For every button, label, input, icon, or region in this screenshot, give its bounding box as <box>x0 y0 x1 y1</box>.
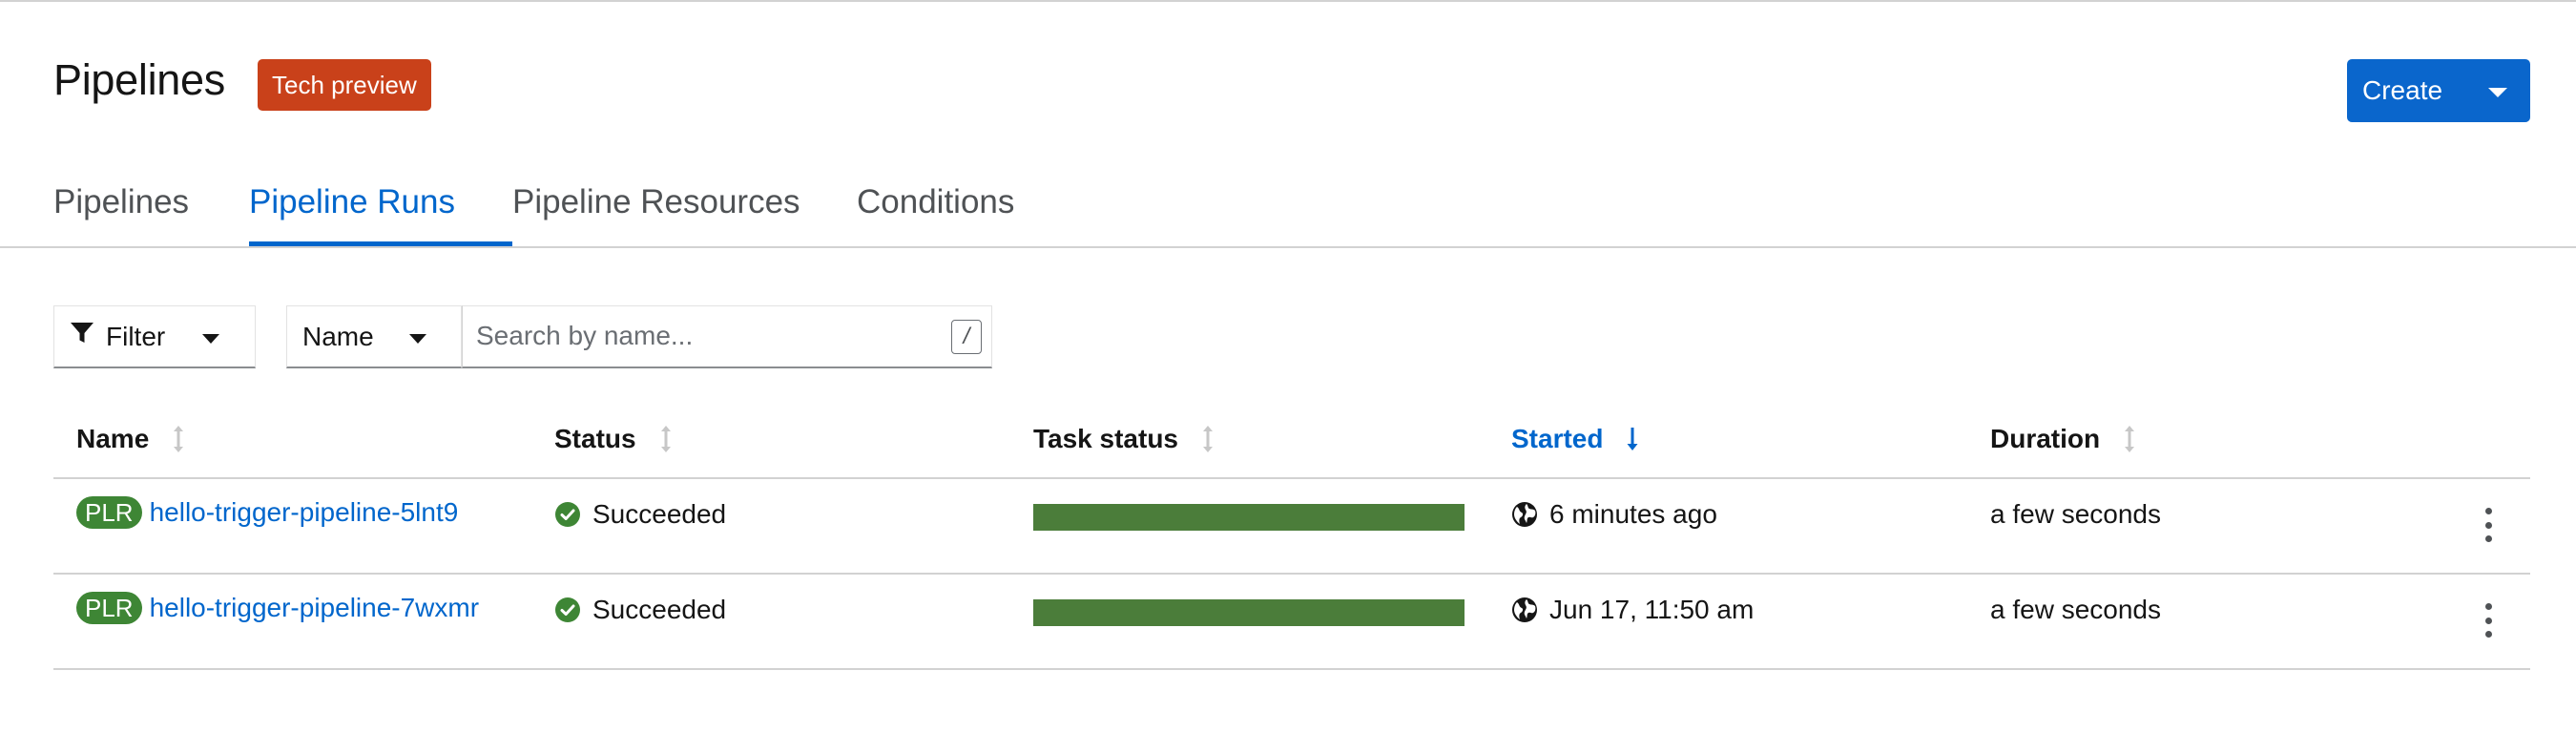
filter-label: Filter <box>106 321 166 351</box>
row-divider <box>53 573 2530 575</box>
sort-descending-icon <box>1626 425 1639 453</box>
column-header-started[interactable]: Started <box>1511 424 1639 454</box>
globe-icon <box>1512 502 1537 527</box>
caret-down-icon <box>202 334 219 344</box>
column-header-name[interactable]: Name <box>76 424 185 454</box>
table-header-divider <box>53 477 2530 479</box>
tab-pipeline-resources[interactable]: Pipeline Resources <box>512 183 857 246</box>
duration-text: a few seconds <box>1990 595 2161 624</box>
keyboard-shortcut-hint: / <box>951 320 982 354</box>
task-status-bar[interactable] <box>1033 599 1465 626</box>
row-actions-kebab-icon[interactable] <box>2479 603 2498 638</box>
duration-text: a few seconds <box>1990 499 2161 529</box>
table-row-1-status: Succeeded <box>554 496 726 533</box>
table-row-2-status: Succeeded <box>554 592 726 628</box>
search-type-value: Name <box>302 321 374 351</box>
table-row-1-name: PLR hello-trigger-pipeline-5lnt9 <box>76 496 458 529</box>
filter-dropdown[interactable]: Filter <box>53 305 256 368</box>
top-border <box>0 0 2576 2</box>
sort-icon <box>172 425 185 453</box>
sort-icon <box>659 425 673 453</box>
table-row-2-duration: a few seconds <box>1990 592 2161 628</box>
table-row-2-started: Jun 17, 11:50 am <box>1511 592 1754 628</box>
column-header-status[interactable]: Status <box>554 424 673 454</box>
tech-preview-badge: Tech preview <box>258 59 431 111</box>
globe-icon <box>1512 597 1537 622</box>
tab-pipeline-runs[interactable]: Pipeline Runs <box>249 183 512 246</box>
create-button[interactable]: Create <box>2347 59 2530 122</box>
table-row-2-name: PLR hello-trigger-pipeline-7wxmr <box>76 592 479 624</box>
table-row-1-started: 6 minutes ago <box>1511 496 1717 533</box>
tab-pipelines[interactable]: Pipelines <box>53 183 249 246</box>
create-button-label: Create <box>2362 75 2443 105</box>
search-type-select[interactable]: Name <box>286 305 462 368</box>
table-row-1-duration: a few seconds <box>1990 496 2161 533</box>
search-box: / <box>462 305 992 368</box>
pipeline-run-link[interactable]: hello-trigger-pipeline-5lnt9 <box>150 497 459 528</box>
caret-down-icon <box>409 334 426 344</box>
started-text: Jun 17, 11:50 am <box>1549 595 1755 624</box>
sort-icon <box>2123 425 2136 453</box>
column-header-task-status[interactable]: Task status <box>1033 424 1215 454</box>
check-circle-icon <box>555 597 580 622</box>
status-text: Succeeded <box>592 499 727 529</box>
tab-bar: Pipelines Pipeline Runs Pipeline Resourc… <box>53 183 1014 246</box>
check-circle-icon <box>555 502 580 527</box>
column-header-duration[interactable]: Duration <box>1990 424 2136 454</box>
filter-icon <box>70 321 94 352</box>
resource-badge: PLR <box>76 592 142 624</box>
page-title: Pipelines <box>53 55 225 104</box>
row-actions-kebab-icon[interactable] <box>2479 508 2498 542</box>
pipeline-run-link[interactable]: hello-trigger-pipeline-7wxmr <box>150 593 479 623</box>
tabs-divider <box>0 246 2576 248</box>
task-status-bar[interactable] <box>1033 504 1465 531</box>
search-input[interactable] <box>463 306 911 366</box>
row-divider <box>53 668 2530 670</box>
sort-icon <box>1201 425 1215 453</box>
status-text: Succeeded <box>592 595 727 624</box>
caret-down-icon <box>2488 88 2507 97</box>
tab-conditions[interactable]: Conditions <box>857 183 1014 246</box>
resource-badge: PLR <box>76 496 142 529</box>
started-text: 6 minutes ago <box>1549 499 1717 529</box>
